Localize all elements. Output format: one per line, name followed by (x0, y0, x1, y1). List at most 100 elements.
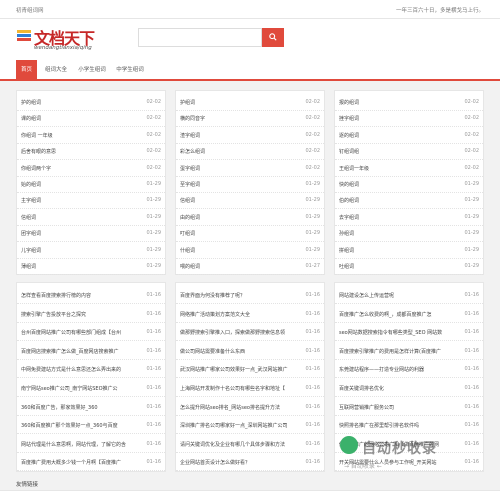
list-item-title[interactable]: 怎样查看百度搜索排行榜的内容 (21, 292, 139, 299)
list-item-title[interactable]: 武汉网站推广哪家公司效果好一点_武汉网站推广 (180, 366, 298, 373)
list-item-title[interactable]: 王组词一年级 (339, 165, 457, 172)
list-item[interactable]: 搜索引擎广告投放平台之探究 01-16 (17, 305, 165, 323)
list-item-title[interactable]: 后舍有眼的意思 (21, 148, 139, 155)
list-item-title[interactable]: 彩怎么组词 (180, 148, 298, 155)
list-item-title[interactable]: 你组词 一年级 (21, 132, 139, 139)
list-item[interactable]: 深圳推广排名公司哪家好一点_深圳网站推广公司 01-16 (176, 416, 324, 435)
list-item-title[interactable]: 渣字组词 (180, 132, 298, 139)
list-item[interactable]: 主字组词 01-29 (17, 191, 165, 210)
list-item[interactable]: 百度网店搜索推广怎么做_百度网店搜索推广 01-16 (17, 342, 165, 360)
list-item[interactable]: 做公司网站需要准备什么东西 01-16 (176, 342, 324, 360)
list-item-title[interactable]: 蛋字组词 (180, 165, 298, 172)
list-item-title[interactable]: 主字组词 (21, 197, 139, 204)
list-item[interactable]: 什组词 01-29 (176, 241, 324, 259)
list-item-title[interactable]: 上海网站开发制作十名公司有哪些名字和地址【 (180, 385, 298, 392)
list-item-title[interactable]: 百度界面为何没有推荐了呢？ (180, 292, 298, 299)
nav-primary-words[interactable]: 小学生组词 (75, 60, 109, 81)
list-item[interactable]: 360和百度推广那个效果好一点_360与百度 01-16 (17, 416, 165, 435)
list-item[interactable]: 薄组词 01-29 (17, 257, 165, 275)
list-item-title[interactable]: 喂的组词 (180, 263, 298, 270)
list-item[interactable]: 南宁网站seo推广公司_南宁网站SEO推广公 01-16 (17, 379, 165, 397)
list-item-title[interactable]: 信组词 (180, 197, 298, 204)
list-item[interactable]: 你组词 一年级 02-02 (17, 126, 165, 144)
list-item[interactable]: 百度推广怎么收费的啊_，成都百度推广怎 01-16 (335, 305, 483, 323)
list-item-title[interactable]: 做那野搜索引擎推入口，探索做那野搜索信息领 (180, 329, 298, 336)
list-item-title[interactable]: 叮组词 (180, 230, 298, 237)
list-item[interactable]: 去字组词 01-29 (335, 208, 483, 226)
list-item-title[interactable]: 请问关键词优化及企业有哪几个具体步骤和方法 (180, 441, 298, 448)
list-item[interactable]: 互联网营销推广服务公司 01-16 (335, 398, 483, 416)
nav-middle-words[interactable]: 中学生组词 (113, 60, 147, 81)
list-item[interactable]: 百度关键词排名优化 01-16 (335, 379, 483, 397)
list-item[interactable]: 上海网站开发制作十名公司有哪些名字和地址【 01-16 (176, 379, 324, 397)
list-item[interactable]: 喂的组词 01-27 (176, 257, 324, 275)
list-item-title[interactable]: 由的组词 (180, 214, 298, 221)
list-item[interactable]: 快照排名推广在那里帮引排名软件吗 01-16 (335, 416, 483, 435)
list-item[interactable]: 王组词一年级 02-02 (335, 159, 483, 177)
list-item-title[interactable]: 快的组词 (339, 181, 457, 188)
list-item[interactable]: 信组词 01-29 (176, 191, 324, 210)
site-logo[interactable]: 文档天下 wendangtianxia/qing (16, 25, 106, 55)
list-item-title[interactable]: 课的组词 (21, 115, 139, 122)
list-item-title[interactable]: 深圳推广排名公司哪家好一点_深圳网站推广公司 (180, 422, 298, 429)
list-item[interactable]: 百度搜索引擎推广的费用是怎样计算(百度推广 01-16 (335, 342, 483, 360)
list-item-title[interactable]: 你组词两个字 (21, 165, 139, 172)
list-item-title[interactable]: 孙组词 (339, 230, 457, 237)
list-item-title[interactable]: 百度网店搜索推广怎么做_百度网店搜索推广 (21, 348, 139, 355)
list-item[interactable]: 孙组词 01-29 (335, 224, 483, 243)
list-item-title[interactable]: 横的同音字 (180, 115, 298, 122)
list-item-title[interactable]: 网络推广活动策划方案范文大全 (180, 311, 298, 318)
list-item-title[interactable]: 360和百度广告，那家效果好_360 (21, 404, 139, 411)
list-item-title[interactable]: 始的组词 (21, 181, 139, 188)
list-item[interactable]: 做那野搜索引擎推入口，探索做那野搜索信息领 01-16 (176, 323, 324, 342)
list-item-title[interactable]: 怎么提升网站seo排名_网站seo排名提升方法 (180, 404, 298, 411)
list-item[interactable]: 由的组词 01-29 (176, 208, 324, 226)
list-item-title[interactable]: 至字组词 (180, 181, 298, 188)
list-item[interactable]: 钉组词组 02-02 (335, 142, 483, 161)
list-item-title[interactable]: 做公司网站需要准备什么东西 (180, 348, 298, 355)
list-item-title[interactable]: 护组词 (180, 99, 298, 106)
list-item[interactable]: 东莞建站程序——打造专业网站的利器 01-16 (335, 360, 483, 379)
list-item-title[interactable]: 护的组词 (21, 99, 139, 106)
list-item[interactable]: 蛋字组词 02-02 (176, 159, 324, 177)
list-item-title[interactable]: 信组词 (21, 214, 139, 221)
list-item[interactable]: 挫字组词 02-02 (335, 109, 483, 128)
list-item-title[interactable]: seo网站数据搜索指令有哪些类型_SEO 网站数 (339, 329, 457, 336)
list-item[interactable]: 护组词 02-02 (176, 93, 324, 111)
list-item-title[interactable]: 吐组词 (339, 263, 457, 270)
list-item[interactable]: 中网免费建站方式是什么意思还怎么弄出来的 01-16 (17, 360, 165, 379)
list-item[interactable]: 始的组词 01-29 (17, 175, 165, 193)
list-item[interactable]: 快的组词 01-29 (335, 175, 483, 193)
list-item-title[interactable]: 百度推广怎么收费的啊_，成都百度推广怎 (339, 311, 457, 318)
list-item[interactable]: 渣字组词 02-02 (176, 126, 324, 144)
list-item[interactable]: 百度推广费用大概多少钱一个月啊【百度推广 01-16 (17, 453, 165, 472)
list-item-title[interactable]: 360和百度推广那个效果好一点_360与百度 (21, 422, 139, 429)
list-item[interactable]: 怎样查看百度搜索排行榜的内容 01-16 (17, 286, 165, 304)
nav-all-words[interactable]: 组词大全 (40, 60, 72, 81)
list-item-title[interactable]: 中网免费建站方式是什么意思还怎么弄出来的 (21, 366, 139, 373)
list-item-title[interactable]: 什组词 (180, 247, 298, 254)
list-item-title[interactable]: 百度关键词排名优化 (339, 385, 457, 392)
list-item-title[interactable]: 南宁网站seo推广公司_南宁网站SEO推广公 (21, 385, 139, 392)
list-item[interactable]: 至字组词 01-29 (176, 175, 324, 193)
list-item[interactable]: 吐组词 01-29 (335, 257, 483, 275)
list-item-title[interactable]: 台州百度网站推广公司有哪些部门组成【台州 (21, 329, 139, 336)
nav-home[interactable]: 首页 (16, 60, 37, 81)
list-item[interactable]: 课的组词 02-02 (17, 109, 165, 128)
list-item[interactable]: 企业网站首页设计怎么做好看？ 01-16 (176, 453, 324, 472)
list-item[interactable]: 后舍有眼的意思 02-02 (17, 142, 165, 161)
list-item[interactable]: 拼组词 01-29 (335, 241, 483, 259)
search-input[interactable] (138, 28, 262, 47)
list-item[interactable]: 网站建设怎么上传运营呢 01-16 (335, 286, 483, 304)
list-item[interactable]: 请问关键词优化及企业有哪几个具体步骤和方法 01-16 (176, 435, 324, 453)
site-name[interactable]: 初青组词网 (16, 6, 44, 14)
list-item[interactable]: 网络推广活动策划方案范文大全 01-16 (176, 305, 324, 323)
list-item-title[interactable]: 网站代理是什么意思啊，网站代理，了解它的含 (21, 441, 139, 448)
list-item[interactable]: 伯的组词 01-29 (335, 191, 483, 210)
list-item-title[interactable]: 快照排名推广在那里帮引排名软件吗 (339, 422, 457, 429)
list-item[interactable]: 叮组词 01-29 (176, 224, 324, 243)
list-item[interactable]: 儿字组词 01-29 (17, 241, 165, 259)
list-item-title[interactable]: 企业网站首页设计怎么做好看？ (180, 459, 298, 466)
list-item[interactable]: 你组词两个字 02-02 (17, 159, 165, 177)
list-item-title[interactable]: 拼组词 (339, 247, 457, 254)
